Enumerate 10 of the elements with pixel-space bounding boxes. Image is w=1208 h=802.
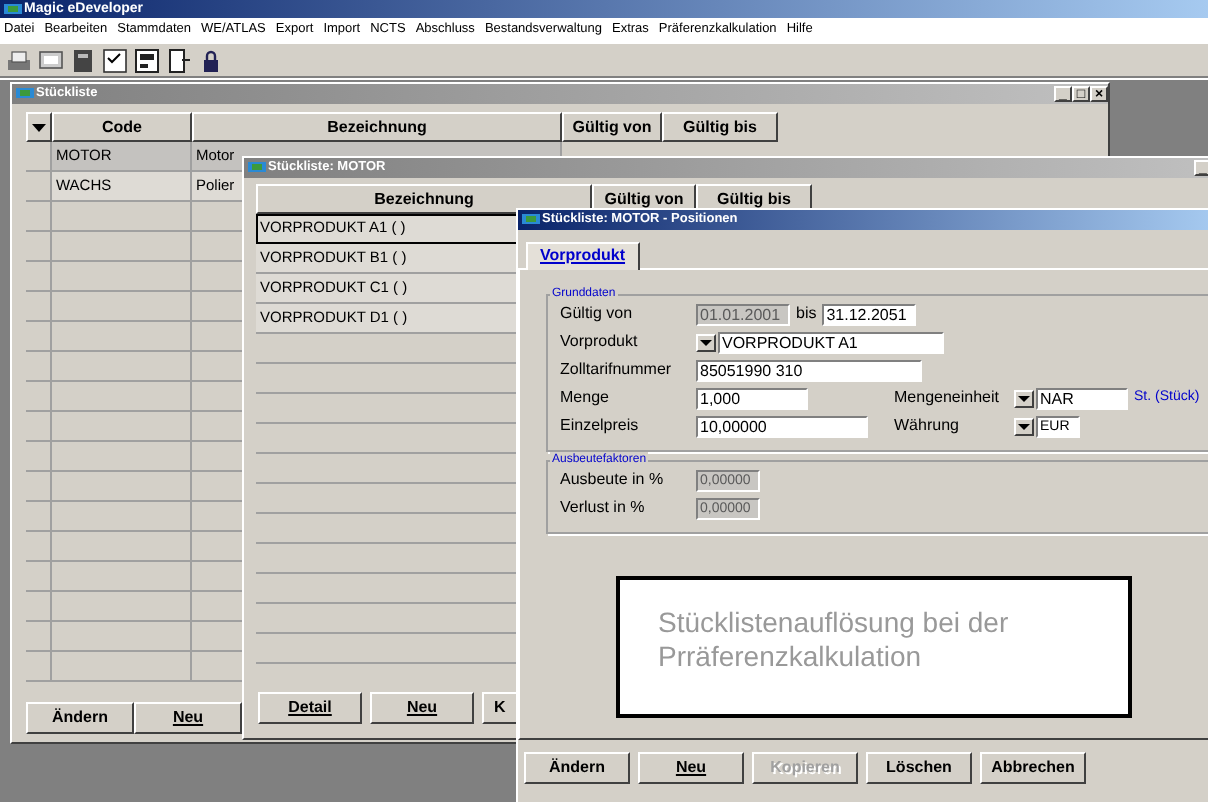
- field-label: Verlust in %: [560, 498, 647, 518]
- field-label: bis: [796, 304, 817, 324]
- field-label: Zolltarifnummer: [560, 360, 674, 380]
- field-label: Ausbeute in %: [560, 470, 666, 490]
- field-label: Menge: [560, 388, 611, 408]
- callout-text: Stücklistenauflösung bei der Prräferenzkalkulation: [616, 576, 1132, 718]
- field-label: Vorprodukt: [560, 332, 640, 352]
- field-label: Währung: [894, 416, 961, 436]
- field-label: Einzelpreis: [560, 416, 641, 436]
- field-label: Mengeneinheit: [894, 388, 1001, 408]
